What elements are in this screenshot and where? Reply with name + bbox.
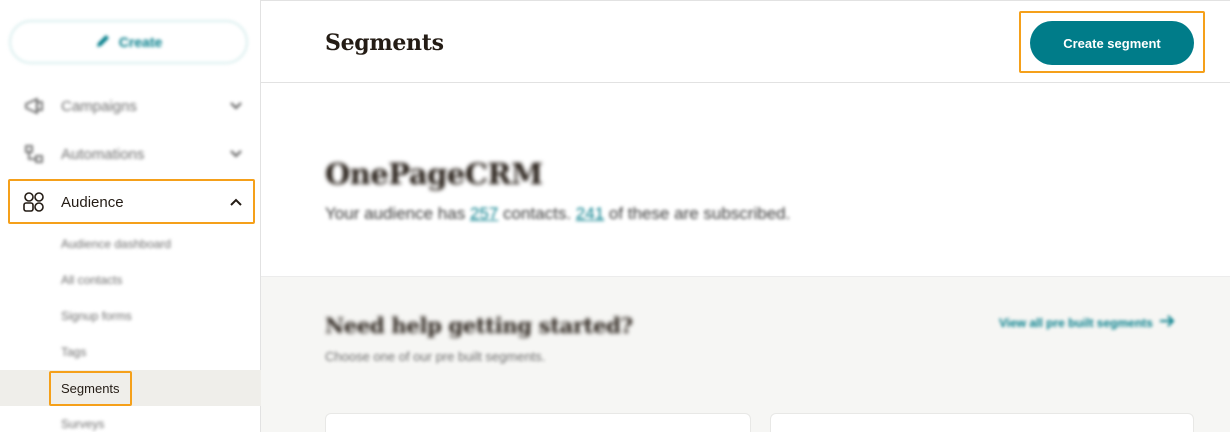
sidebar-subitem-segments[interactable]: Segments: [0, 370, 261, 406]
help-panel: Need help getting started? Choose one of…: [261, 276, 1230, 432]
create-button[interactable]: Create: [9, 20, 248, 64]
sidebar-subitem-all-contacts[interactable]: All contacts: [0, 262, 261, 298]
page-title: Segments: [325, 30, 444, 56]
sidebar-item-label: Automations: [61, 145, 145, 163]
sidebar-subitem-label: Segments: [61, 380, 120, 396]
main-content: OnePageCRM Your audience has 257 contact…: [261, 83, 1230, 432]
automations-icon: [22, 142, 46, 166]
summary-suffix: of these are subscribed.: [604, 204, 791, 223]
prebuilt-segment-card[interactable]: [325, 413, 751, 432]
sidebar-subitem-audience-dashboard[interactable]: Audience dashboard: [0, 226, 261, 262]
pencil-icon: [95, 33, 111, 52]
chevron-up-icon: [228, 194, 244, 210]
summary-prefix: Your audience has: [325, 204, 470, 223]
create-button-label: Create: [118, 34, 163, 50]
subscribed-count-link[interactable]: 241: [576, 204, 604, 223]
sidebar-item-audience[interactable]: Audience: [0, 178, 261, 226]
sidebar-subitem-tags[interactable]: Tags: [0, 334, 261, 370]
create-segment-button[interactable]: Create segment: [1030, 21, 1194, 65]
page-header: Segments Create segment: [261, 0, 1230, 83]
audience-summary: Your audience has 257 contacts. 241 of t…: [325, 204, 790, 224]
chevron-down-icon: [228, 146, 244, 162]
sidebar-subitem-label: Surveys: [61, 417, 105, 431]
sidebar-subitem-surveys[interactable]: Surveys: [0, 406, 261, 432]
help-title: Need help getting started?: [325, 313, 633, 338]
sidebar: Create Campaigns Automations Audience Au…: [0, 0, 261, 432]
sidebar-item-automations[interactable]: Automations: [0, 130, 261, 178]
sidebar-item-label: Audience: [61, 193, 124, 211]
arrow-right-icon: [1159, 314, 1175, 331]
campaigns-icon: [22, 94, 46, 118]
audience-icon: [22, 190, 46, 214]
contacts-count-link[interactable]: 257: [470, 204, 498, 223]
sidebar-item-campaigns[interactable]: Campaigns: [0, 82, 261, 130]
sidebar-subitem-label: Signup forms: [61, 309, 132, 323]
sidebar-subitem-label: Audience dashboard: [61, 237, 172, 251]
sidebar-subitem-signup-forms[interactable]: Signup forms: [0, 298, 261, 334]
view-all-label: View all pre built segments: [999, 315, 1153, 330]
sidebar-item-label: Campaigns: [61, 97, 137, 115]
summary-mid: contacts.: [498, 204, 576, 223]
sidebar-subitem-label: All contacts: [61, 273, 123, 287]
prebuilt-segment-card[interactable]: [770, 413, 1194, 432]
chevron-down-icon: [228, 98, 244, 114]
audience-name: OnePageCRM: [325, 157, 543, 191]
sidebar-subitem-label: Tags: [61, 345, 87, 359]
help-subtitle: Choose one of our pre built segments.: [325, 349, 546, 364]
view-all-prebuilt-link[interactable]: View all pre built segments: [999, 314, 1175, 331]
